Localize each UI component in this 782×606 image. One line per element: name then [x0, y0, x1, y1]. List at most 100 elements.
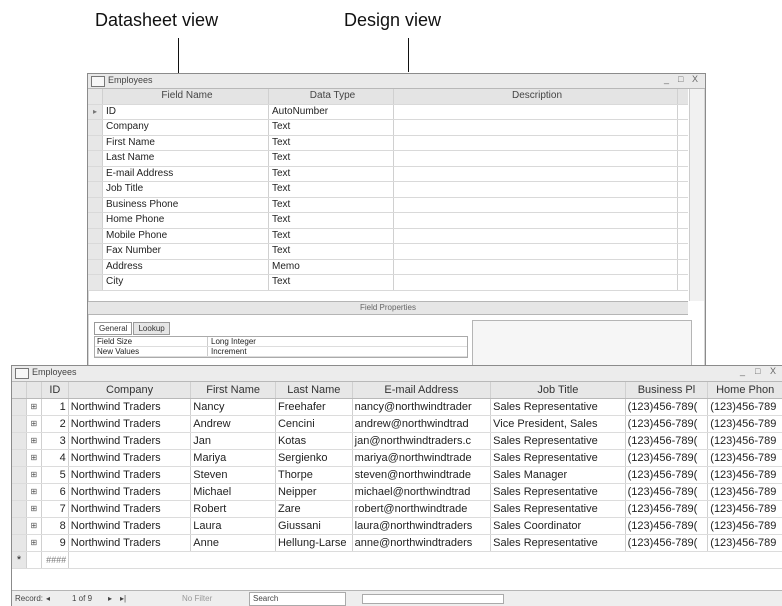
- field-name-cell[interactable]: Business Phone: [103, 197, 269, 212]
- row-selector[interactable]: [88, 135, 103, 150]
- field-name-cell[interactable]: Company: [103, 120, 269, 135]
- field-name-cell[interactable]: ID: [103, 104, 269, 119]
- first-name-cell[interactable]: Mariya: [191, 450, 276, 466]
- last-name-cell[interactable]: Cencini: [276, 416, 353, 432]
- column-header-last-name[interactable]: Last Name: [276, 382, 353, 398]
- home-phone-cell[interactable]: (123)456-789: [708, 484, 782, 500]
- description-cell[interactable]: [394, 213, 678, 228]
- id-cell[interactable]: 6: [42, 484, 69, 500]
- tab-lookup[interactable]: Lookup: [133, 322, 170, 335]
- record-selector[interactable]: [12, 518, 27, 534]
- first-name-cell[interactable]: Nancy: [191, 399, 276, 415]
- column-header-business-phone[interactable]: Business Pl: [626, 382, 709, 398]
- table-row[interactable]: ⊞ 4 Northwind Traders Mariya Sergienko mariya…: [12, 450, 782, 467]
- description-cell[interactable]: [394, 135, 678, 150]
- restore-button[interactable]: □: [678, 74, 683, 84]
- column-header-home-phone[interactable]: Home Phon: [708, 382, 782, 398]
- close-button[interactable]: X: [692, 74, 698, 84]
- row-selector[interactable]: [88, 259, 103, 274]
- company-cell[interactable]: Northwind Traders: [69, 484, 192, 500]
- business-phone-cell[interactable]: (123)456-789(: [626, 501, 709, 517]
- id-cell[interactable]: 9: [42, 535, 69, 551]
- tab-general[interactable]: General: [94, 322, 133, 335]
- last-name-cell[interactable]: Zare: [276, 501, 353, 517]
- table-row[interactable]: ⊞ 9 Northwind Traders Anne Hellung-Larse anne…: [12, 535, 782, 552]
- expand-icon[interactable]: ⊞: [27, 501, 42, 517]
- column-header-field-name[interactable]: Field Name: [103, 89, 269, 104]
- table-row[interactable]: ⊞ 7 Northwind Traders Robert Zare robert@nort…: [12, 501, 782, 518]
- description-cell[interactable]: [394, 197, 678, 212]
- last-name-cell[interactable]: Thorpe: [276, 467, 353, 483]
- column-header-id[interactable]: ID: [42, 382, 69, 398]
- column-header-data-type[interactable]: Data Type: [269, 89, 394, 104]
- last-name-cell[interactable]: Sergienko: [276, 450, 353, 466]
- job-title-cell[interactable]: Sales Representative: [491, 433, 626, 449]
- property-value[interactable]: Long Integer: [208, 337, 256, 346]
- design-vertical-scrollbar[interactable]: [689, 89, 704, 301]
- property-value[interactable]: Increment: [208, 347, 247, 356]
- email-cell[interactable]: jan@northwindtraders.c: [353, 433, 492, 449]
- data-type-cell[interactable]: Text: [269, 182, 394, 197]
- email-cell[interactable]: mariya@northwindtrade: [353, 450, 492, 466]
- id-cell[interactable]: 5: [42, 467, 69, 483]
- business-phone-cell[interactable]: (123)456-789(: [626, 484, 709, 500]
- new-record-row[interactable]: * ####: [12, 552, 782, 569]
- expand-icon[interactable]: ⊞: [27, 433, 42, 449]
- description-cell[interactable]: [394, 104, 678, 119]
- company-cell[interactable]: Northwind Traders: [69, 535, 192, 551]
- record-selector[interactable]: [12, 433, 27, 449]
- home-phone-cell[interactable]: (123)456-789: [708, 450, 782, 466]
- column-header-description[interactable]: Description: [394, 89, 678, 104]
- job-title-cell[interactable]: Sales Representative: [491, 484, 626, 500]
- expand-icon[interactable]: ⊞: [27, 518, 42, 534]
- field-row[interactable]: City Text: [88, 275, 688, 291]
- expand-icon[interactable]: ⊞: [27, 450, 42, 466]
- row-selector[interactable]: [88, 244, 103, 259]
- horizontal-scrollbar[interactable]: [362, 594, 504, 604]
- expand-icon[interactable]: ⊞: [27, 399, 42, 415]
- field-row[interactable]: Job Title Text: [88, 182, 688, 198]
- first-record-button[interactable]: ◂: [46, 591, 50, 606]
- search-input[interactable]: Search: [249, 592, 346, 606]
- job-title-cell[interactable]: Sales Representative: [491, 399, 626, 415]
- close-button[interactable]: X: [770, 366, 776, 376]
- data-type-cell[interactable]: AutoNumber: [269, 104, 394, 119]
- next-record-button[interactable]: ▸: [108, 591, 112, 606]
- business-phone-cell[interactable]: (123)456-789(: [626, 416, 709, 432]
- last-record-button[interactable]: ▸|: [120, 591, 126, 606]
- expand-icon[interactable]: ⊞: [27, 484, 42, 500]
- job-title-cell[interactable]: Sales Representative: [491, 535, 626, 551]
- last-name-cell[interactable]: Freehafer: [276, 399, 353, 415]
- record-selector[interactable]: [12, 399, 27, 415]
- job-title-cell[interactable]: Sales Coordinator: [491, 518, 626, 534]
- record-position[interactable]: 1 of 9: [72, 591, 92, 606]
- minimize-button[interactable]: _: [740, 366, 745, 376]
- record-selector[interactable]: [12, 535, 27, 551]
- field-name-cell[interactable]: Mobile Phone: [103, 228, 269, 243]
- company-cell[interactable]: Northwind Traders: [69, 399, 192, 415]
- field-row[interactable]: Last Name Text: [88, 151, 688, 167]
- last-name-cell[interactable]: Giussani: [276, 518, 353, 534]
- row-selector[interactable]: [88, 213, 103, 228]
- home-phone-cell[interactable]: (123)456-789: [708, 467, 782, 483]
- email-cell[interactable]: laura@northwindtraders: [353, 518, 492, 534]
- field-row[interactable]: ▸ ID AutoNumber: [88, 104, 688, 120]
- description-cell[interactable]: [394, 228, 678, 243]
- field-name-cell[interactable]: E-mail Address: [103, 166, 269, 181]
- business-phone-cell[interactable]: (123)456-789(: [626, 450, 709, 466]
- field-row[interactable]: First Name Text: [88, 135, 688, 151]
- home-phone-cell[interactable]: (123)456-789: [708, 416, 782, 432]
- business-phone-cell[interactable]: (123)456-789(: [626, 535, 709, 551]
- email-cell[interactable]: andrew@northwindtrad: [353, 416, 492, 432]
- email-cell[interactable]: nancy@northwindtrader: [353, 399, 492, 415]
- data-type-cell[interactable]: Text: [269, 244, 394, 259]
- field-row[interactable]: Home Phone Text: [88, 213, 688, 229]
- field-name-cell[interactable]: First Name: [103, 135, 269, 150]
- home-phone-cell[interactable]: (123)456-789: [708, 501, 782, 517]
- field-name-cell[interactable]: Job Title: [103, 182, 269, 197]
- table-row[interactable]: ⊞ 3 Northwind Traders Jan Kotas jan@northwind…: [12, 433, 782, 450]
- data-type-cell[interactable]: Text: [269, 135, 394, 150]
- company-cell[interactable]: Northwind Traders: [69, 433, 192, 449]
- job-title-cell[interactable]: Sales Representative: [491, 501, 626, 517]
- field-name-cell[interactable]: Home Phone: [103, 213, 269, 228]
